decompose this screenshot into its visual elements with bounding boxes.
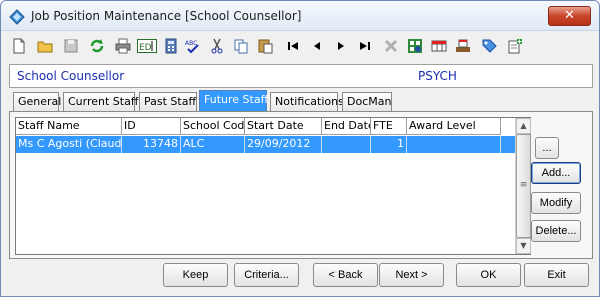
column-header-staff-name[interactable]: Staff Name [16, 118, 122, 135]
keep-button[interactable]: Keep [163, 263, 228, 287]
find-icon[interactable] [405, 36, 425, 56]
exit-button[interactable]: Exit [524, 263, 589, 287]
tab-current-staff[interactable]: Current Staff [63, 92, 138, 112]
scroll-down-icon[interactable]: ▼ [516, 238, 531, 254]
column-header-school-code[interactable]: School Code [181, 118, 245, 135]
svg-text:ED: ED [139, 43, 152, 53]
ok-button[interactable]: OK [456, 263, 521, 287]
next-button[interactable]: Next > [379, 263, 444, 287]
cut-icon[interactable] [207, 36, 227, 56]
cell-fte: 1 [371, 136, 407, 153]
save-icon[interactable] [61, 36, 81, 56]
tab-general[interactable]: General [13, 92, 61, 112]
column-header-fte[interactable]: FTE [371, 118, 407, 135]
new-icon[interactable] [9, 36, 29, 56]
cell-id: 13748 [122, 136, 181, 153]
next-record-icon[interactable] [331, 36, 351, 56]
refresh-icon[interactable] [87, 36, 107, 56]
position-title: School Counsellor [17, 69, 125, 83]
column-header-award-level[interactable]: Award Level [407, 118, 501, 135]
delete-button[interactable]: Delete... [531, 220, 581, 242]
cell-school-code: ALC [181, 136, 245, 153]
spellcheck-icon[interactable]: ABC [183, 36, 203, 56]
toolbar: ED ABC [9, 34, 594, 58]
svg-text:ABC: ABC [185, 40, 197, 47]
cell-staff-name: Ms C Agosti (Claudia) [16, 136, 122, 153]
close-button[interactable]: ✕ [548, 6, 591, 26]
scroll-thumb[interactable]: ≡ [516, 134, 531, 238]
grid-header: Staff Name ID School Code Start Date End… [16, 118, 516, 135]
tab-past-staff[interactable]: Past Staff [139, 92, 197, 112]
cell-start-date: 29/09/2012 [245, 136, 322, 153]
staff-grid[interactable]: Staff Name ID School Code Start Date End… [15, 117, 531, 255]
add-note-icon[interactable] [505, 36, 525, 56]
grid-view-icon[interactable] [429, 36, 449, 56]
title-bar[interactable]: Job Position Maintenance [School Counsel… [1, 1, 599, 31]
export-icon[interactable] [453, 36, 473, 56]
tab-future-staff[interactable]: Future Staff [199, 90, 268, 113]
column-header-id[interactable]: ID [122, 118, 181, 135]
criteria-button[interactable]: Criteria... [234, 263, 299, 287]
tag-icon[interactable] [479, 36, 499, 56]
tab-notifications[interactable]: Notifications [270, 92, 344, 112]
delete-icon[interactable] [381, 36, 401, 56]
future-staff-panel: Staff Name ID School Code Start Date End… [9, 111, 593, 259]
tab-docman[interactable]: DocMan [342, 92, 392, 112]
previous-record-icon[interactable] [307, 36, 327, 56]
scroll-up-icon[interactable]: ▲ [516, 118, 531, 134]
vertical-scrollbar[interactable]: ▲ ≡ ▼ [515, 118, 531, 254]
position-header: School Counsellor PSYCH [9, 64, 593, 88]
more-options-button[interactable]: ... [535, 137, 559, 159]
column-header-start-date[interactable]: Start Date [245, 118, 322, 135]
cell-end-date [322, 136, 371, 153]
add-button[interactable]: Add... [531, 162, 581, 184]
app-diamond-icon [9, 9, 25, 25]
print-icon[interactable] [113, 36, 133, 56]
position-code: PSYCH [418, 69, 457, 83]
window-title: Job Position Maintenance [School Counsel… [31, 9, 302, 23]
open-folder-icon[interactable] [35, 36, 55, 56]
column-header-end-date[interactable]: End Date [322, 118, 371, 135]
calculator-icon[interactable] [161, 36, 181, 56]
back-button[interactable]: < Back [313, 263, 378, 287]
job-position-window: Job Position Maintenance [School Counsel… [0, 0, 600, 297]
copy-icon[interactable] [231, 36, 251, 56]
first-record-icon[interactable] [283, 36, 303, 56]
last-record-icon[interactable] [355, 36, 375, 56]
edit-field-icon[interactable]: ED [135, 36, 159, 56]
cell-award-level [407, 136, 501, 153]
paste-icon[interactable] [255, 36, 275, 56]
modify-button[interactable]: Modify [531, 192, 581, 214]
table-row[interactable]: Ms C Agosti (Claudia) 13748 ALC 29/09/20… [16, 136, 516, 153]
